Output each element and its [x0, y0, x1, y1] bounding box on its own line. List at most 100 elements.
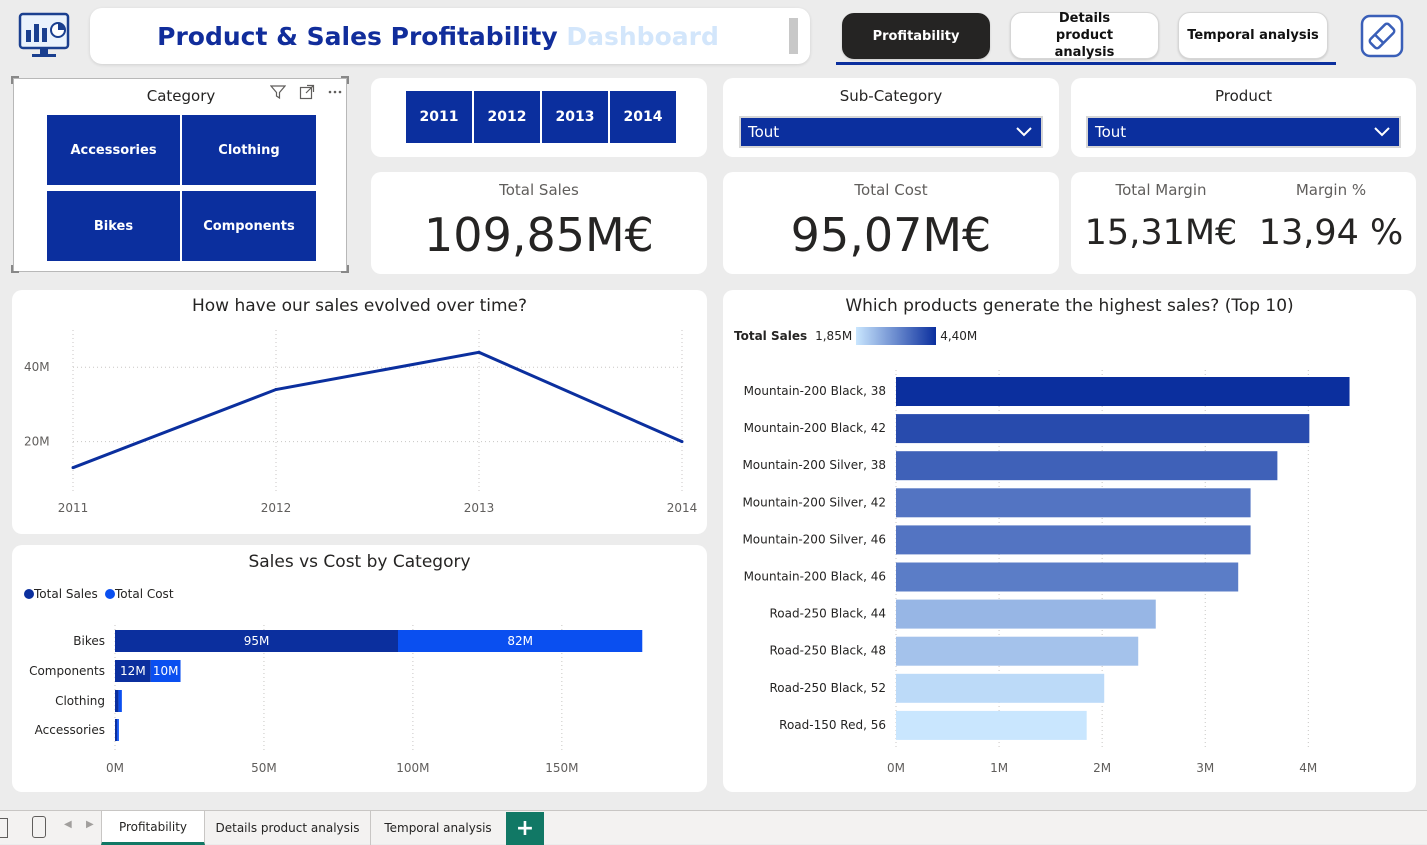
subcategory-slicer: Sub-Category Tout [723, 78, 1059, 157]
chevron-down-icon [1373, 125, 1391, 139]
product-label: Mountain-200 Silver, 42 [742, 495, 886, 509]
chevron-down-icon [1015, 125, 1033, 139]
category-tile-clothing[interactable]: Clothing [182, 115, 316, 185]
sales-vs-cost-card: Sales vs Cost by Category Total Sales To… [12, 545, 707, 792]
x-tick-label: 50M [251, 761, 277, 775]
x-tick-label: 150M [545, 761, 578, 775]
year-button-2014[interactable]: 2014 [610, 91, 676, 143]
resize-handle[interactable] [341, 265, 349, 273]
title-sub: Dashboard [566, 22, 719, 51]
title-main: Product & Sales Profitability [157, 22, 558, 51]
next-page-icon[interactable]: ▶ [86, 819, 94, 830]
product-label: Road-250 Black, 48 [769, 644, 886, 658]
year-button-2011[interactable]: 2011 [406, 91, 472, 143]
prev-page-icon[interactable]: ◀ [64, 819, 72, 830]
resize-handle[interactable] [11, 265, 19, 273]
top-products-chart: 0M 1M 2M 3M 4M Mountain-200 Black, 38 Mountain… [742, 370, 1350, 775]
category-slicer-title: Category [146, 87, 216, 105]
nav-temporal-analysis-button[interactable]: Temporal analysis [1178, 12, 1328, 59]
product-bar [896, 451, 1278, 481]
product-label: Road-250 Black, 44 [769, 607, 886, 621]
product-label: Mountain-200 Silver, 38 [742, 458, 886, 472]
x-tick-label: 2011 [58, 501, 89, 515]
kpi-margin-card: Total Margin 15,31M€ Margin % 13,94 % [1071, 172, 1416, 274]
mobile-layout-icon[interactable] [32, 816, 46, 838]
page-view-icon[interactable] [0, 818, 8, 838]
data-label: 82M [507, 634, 533, 648]
bar-segment [118, 690, 122, 712]
tab-profitability[interactable]: Profitability [101, 811, 205, 845]
product-label: Mountain-200 Black, 46 [744, 570, 886, 584]
x-tick-label: 2014 [667, 501, 698, 515]
product-bar [896, 562, 1239, 592]
kpi-total-sales-card: Total Sales 109,85M€ [371, 172, 707, 274]
year-button-2013[interactable]: 2013 [542, 91, 608, 143]
page-tab-bar: ◀ ▶ Profitability Details product analys… [0, 810, 1427, 845]
nav-profitability-button[interactable]: Profitability [842, 13, 990, 59]
focus-mode-icon[interactable] [299, 84, 315, 100]
sales-over-time-chart: 40M 20M 2011 2012 2013 2014 [24, 330, 698, 515]
resize-handle[interactable] [11, 76, 19, 84]
tab-details-product-analysis[interactable]: Details product analysis [205, 811, 371, 845]
x-tick-label: 3M [1196, 761, 1214, 775]
product-bar [896, 673, 1105, 703]
product-slicer-title: Product [1215, 87, 1272, 105]
category-label: Clothing [55, 694, 105, 708]
title-scrollbar[interactable] [789, 18, 798, 54]
title-card: Product & Sales Profitability Dashboard [90, 8, 810, 64]
clear-filters-eraser-icon[interactable] [1360, 14, 1404, 58]
category-label: Accessories [35, 723, 105, 737]
bar-segment [115, 690, 119, 712]
data-label: 12M [120, 664, 146, 678]
category-slicer: Category Accessories Clothing Bikes Comp… [11, 76, 349, 273]
product-dropdown[interactable]: Tout [1086, 116, 1401, 148]
x-tick-label: 1M [990, 761, 1008, 775]
category-label: Components [29, 664, 105, 678]
category-tile-components[interactable]: Components [182, 191, 316, 261]
x-tick-label: 4M [1299, 761, 1317, 775]
sales-over-time-card: How have our sales evolved over time? 40… [12, 290, 707, 534]
kpi-total-cost-value: 95,07M€ [790, 208, 992, 262]
product-label: Mountain-200 Silver, 46 [742, 532, 886, 546]
data-label: 95M [244, 634, 270, 648]
more-options-icon[interactable] [327, 84, 343, 100]
kpi-total-margin-value: 15,31M€ [1084, 213, 1238, 253]
year-button-2012[interactable]: 2012 [474, 91, 540, 143]
kpi-total-sales-label: Total Sales [499, 181, 579, 199]
data-point [680, 440, 684, 444]
category-label: Bikes [73, 634, 105, 648]
product-bar [896, 710, 1087, 740]
product-label: Mountain-200 Black, 42 [744, 421, 886, 435]
product-bar [896, 488, 1251, 518]
sales-vs-cost-chart: 0M 50M 100M 150M Bikes 95M 82M Components 12M 10M… [29, 625, 643, 775]
tab-temporal-analysis[interactable]: Temporal analysis [371, 811, 505, 845]
x-tick-label: 100M [396, 761, 429, 775]
x-tick-label: 0M [887, 761, 905, 775]
kpi-total-cost-card: Total Cost 95,07M€ [723, 172, 1059, 274]
product-bar [896, 525, 1251, 555]
y-tick-label: 20M [24, 435, 50, 449]
subcategory-dropdown[interactable]: Tout [739, 116, 1043, 148]
nav-underline [836, 62, 1336, 65]
product-label: Mountain-200 Black, 38 [744, 384, 886, 398]
data-label: 10M [153, 664, 179, 678]
kpi-margin-pct-value: 13,94 % [1258, 213, 1404, 253]
x-tick-label: 0M [106, 761, 124, 775]
product-dropdown-value: Tout [1095, 123, 1127, 141]
add-page-button[interactable]: + [506, 812, 544, 845]
sales-line [72, 350, 683, 470]
category-tile-accessories[interactable]: Accessories [47, 115, 180, 185]
resize-handle[interactable] [341, 76, 349, 84]
filter-icon[interactable] [269, 84, 287, 100]
year-slicer: 2011 2012 2013 2014 [371, 78, 707, 157]
category-tile-bikes[interactable]: Bikes [47, 191, 180, 261]
product-label: Road-150 Red, 56 [779, 718, 886, 732]
nav-details-product-button[interactable]: Details product analysis [1010, 11, 1159, 60]
x-tick-label: 2013 [464, 501, 495, 515]
data-point [71, 466, 75, 470]
subcategory-dropdown-value: Tout [748, 123, 780, 141]
product-bar [896, 377, 1350, 406]
page-title: Product & Sales Profitability Dashboard [90, 22, 810, 51]
x-tick-label: 2M [1093, 761, 1111, 775]
kpi-total-cost-label: Total Cost [854, 181, 928, 199]
